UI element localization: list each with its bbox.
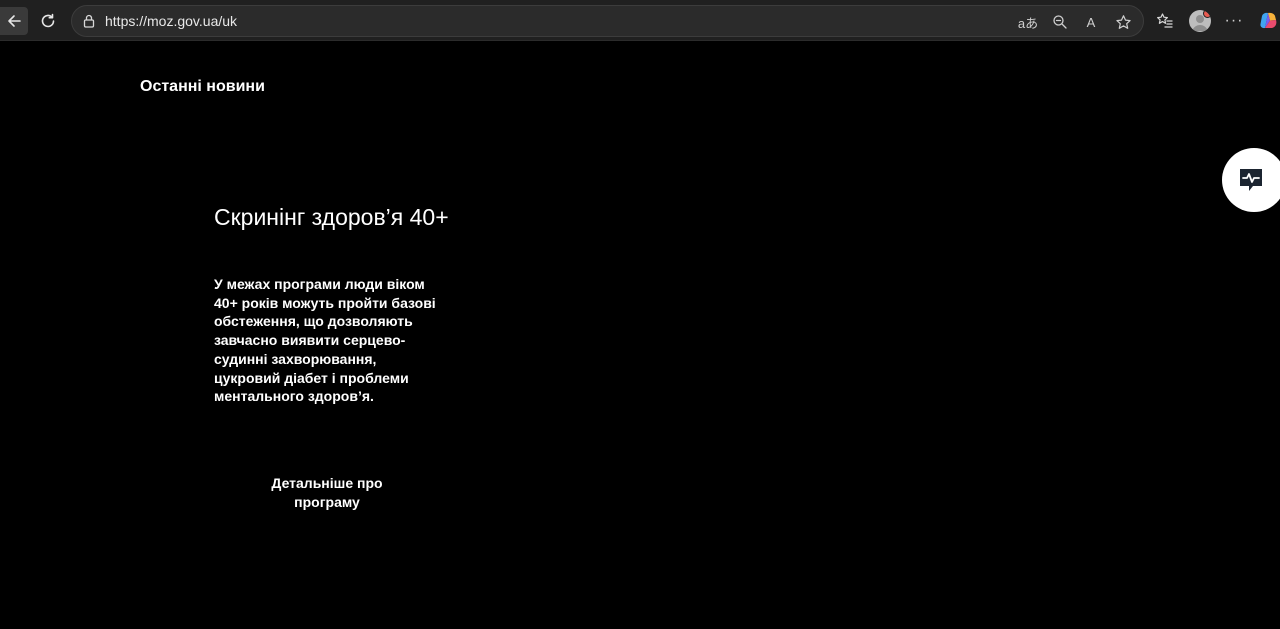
zoom-out-icon[interactable] (1049, 11, 1071, 33)
promo-description: У межах програми люди віком 40+ років мо… (214, 276, 436, 405)
program-details-link[interactable]: Детальніше про програму (254, 474, 400, 511)
browser-toolbar: https://moz.gov.ua/uk aあ A ··· (0, 0, 1280, 41)
avatar (1189, 10, 1211, 32)
latest-news-heading: Останні новини (140, 78, 265, 95)
url-text[interactable]: https://moz.gov.ua/uk (105, 6, 237, 36)
more-icon: ··· (1224, 12, 1244, 29)
address-bar[interactable]: https://moz.gov.ua/uk aあ A (71, 5, 1144, 37)
favorites-list-icon (1157, 13, 1173, 28)
promo-title: Скринінг здоров’я 40+ (214, 204, 449, 230)
profile-button[interactable] (1186, 7, 1214, 35)
back-button[interactable] (0, 7, 28, 35)
read-aloud-icon[interactable]: A (1080, 11, 1102, 33)
lock-icon[interactable] (81, 13, 97, 29)
back-arrow-icon (8, 15, 21, 27)
reload-icon (41, 13, 55, 28)
reload-button[interactable] (34, 7, 62, 35)
health-chat-widget-button[interactable] (1222, 148, 1280, 212)
notification-dot (1203, 10, 1211, 18)
health-chat-icon (1240, 169, 1262, 191)
translate-icon[interactable]: aあ (1017, 11, 1039, 33)
more-button[interactable]: ··· (1220, 7, 1248, 35)
copilot-button[interactable] (1255, 7, 1280, 35)
star-icon[interactable] (1112, 11, 1134, 33)
copilot-icon (1260, 12, 1277, 29)
favorites-button[interactable] (1151, 7, 1179, 35)
